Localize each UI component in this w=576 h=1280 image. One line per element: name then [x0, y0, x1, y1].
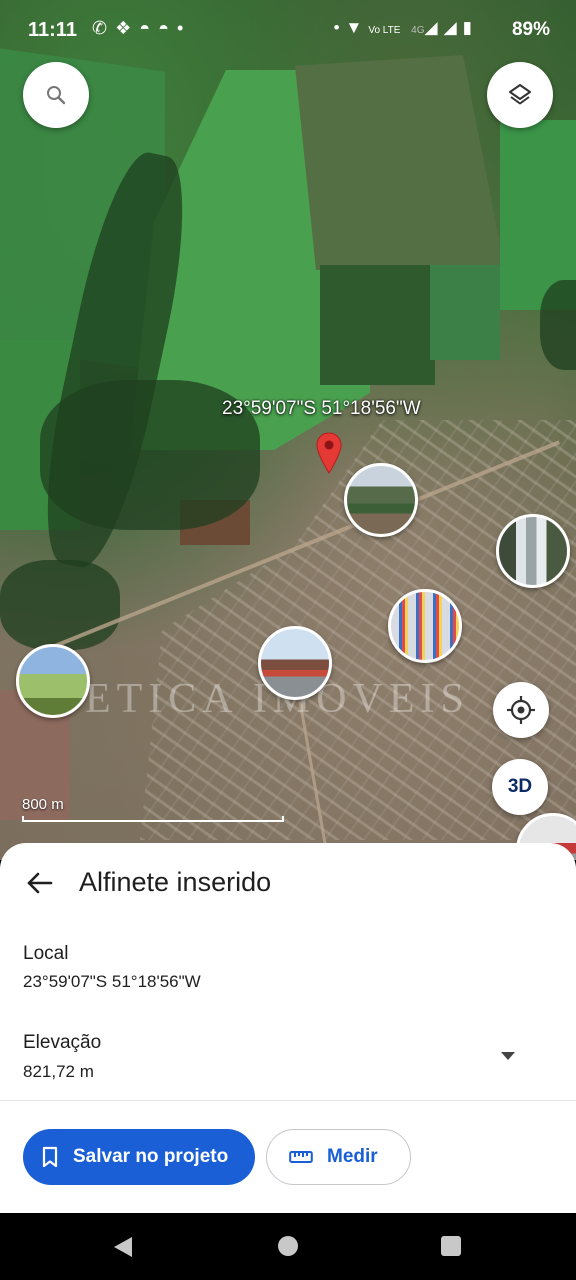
satellite-map[interactable]: ETICA IMOVEIS 23°59'07"S 51°18'56"W 800 …	[0, 0, 576, 860]
volte-label: Vo LTE	[368, 25, 401, 36]
wifi-icon: ▼	[345, 18, 369, 37]
whatsapp-icon: ✆	[92, 18, 116, 38]
measure-button-label: Medir	[327, 1146, 378, 1167]
chevron-down-icon[interactable]	[500, 1051, 516, 1061]
map-forest	[540, 280, 576, 370]
local-label: Local	[23, 943, 69, 964]
dot-icon: •	[176, 18, 192, 38]
local-value: 23°59'07"S 51°18'56"W	[23, 972, 201, 991]
network-4g-label: 4G	[411, 25, 425, 36]
sheet-title: Alfinete inserido	[79, 867, 272, 897]
nav-home-icon[interactable]	[278, 1236, 298, 1256]
signal-icon: ◢	[424, 18, 444, 37]
map-field	[320, 265, 435, 385]
ruler-icon	[289, 1151, 313, 1163]
pin-coordinate-label: 23°59'07"S 51°18'56"W	[222, 398, 421, 419]
layers-icon	[509, 84, 531, 105]
elevation-label: Elevação	[23, 1032, 102, 1053]
battery-icon: ▮	[462, 18, 478, 37]
pin-details-sheet: Alfinete inserido Local 23°59'07"S 51°18…	[0, 843, 576, 1213]
map-photo-thumbnail[interactable]	[344, 463, 418, 537]
map-pin-icon[interactable]	[316, 432, 342, 474]
nav-recents-icon[interactable]	[441, 1236, 461, 1256]
scale-label: 800 m	[22, 796, 64, 813]
map-photo-thumbnail[interactable]	[16, 644, 90, 718]
system-nav-bar	[0, 1213, 576, 1280]
map-field	[295, 55, 505, 270]
map-forest	[0, 560, 120, 650]
search-icon	[47, 86, 66, 105]
app-icon: ◓	[139, 18, 159, 38]
dropbox-icon: ❖	[115, 18, 140, 38]
signal-icon: ◢	[443, 18, 463, 37]
bookmark-icon	[42, 1146, 58, 1168]
nav-back-icon[interactable]	[112, 1235, 134, 1259]
status-time: 11:11	[28, 19, 77, 41]
app-icon: ◓	[158, 18, 177, 38]
search-button[interactable]	[23, 62, 89, 128]
back-arrow-icon[interactable]	[24, 867, 56, 899]
dot-icon: •	[333, 18, 346, 37]
map-photo-thumbnail[interactable]	[258, 626, 332, 700]
battery-percent: 89%	[511, 19, 550, 40]
scale-bar	[22, 816, 284, 822]
system-icons: •▼Vo LTE 4G◢◢▮	[334, 18, 478, 38]
save-button-label: Salvar no projeto	[73, 1146, 229, 1167]
status-bar: 11:11 ✆❖◓◓• •▼Vo LTE 4G◢◢▮ 89%	[0, 0, 576, 62]
divider	[0, 1100, 576, 1101]
map-photo-thumbnail[interactable]	[496, 514, 570, 588]
notification-icons: ✆❖◓◓•	[92, 18, 191, 39]
layers-button[interactable]	[487, 62, 553, 128]
3d-toggle-button[interactable]: 3D	[492, 759, 548, 815]
my-location-icon	[507, 696, 535, 724]
save-to-project-button[interactable]: Salvar no projeto	[23, 1129, 255, 1185]
map-photo-thumbnail[interactable]	[388, 589, 462, 663]
elevation-value: 821,72 m	[23, 1062, 94, 1081]
map-field	[430, 265, 500, 360]
my-location-button[interactable]	[493, 682, 549, 738]
measure-button[interactable]: Medir	[266, 1129, 411, 1185]
